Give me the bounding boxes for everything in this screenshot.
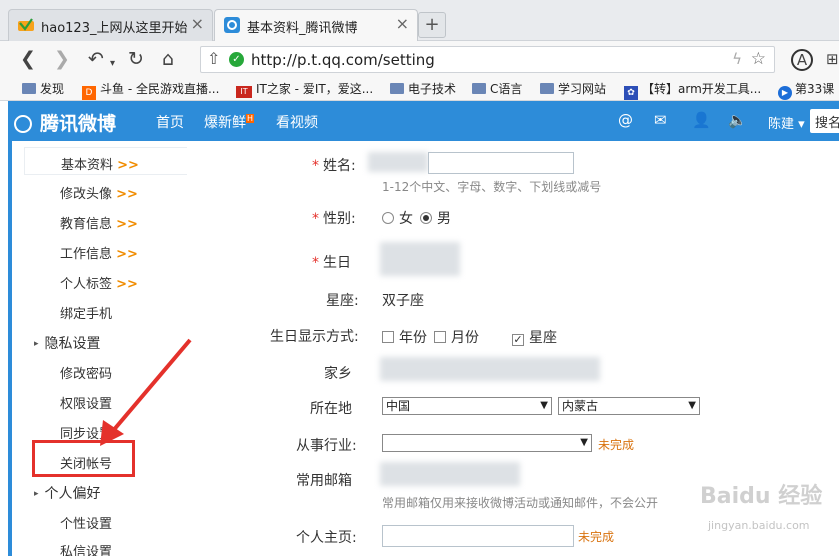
baidu-watermark: Baidu 经验 bbox=[700, 484, 823, 509]
baidu-watermark-url: jingyan.baidu.com bbox=[708, 519, 810, 532]
annotation-highlight-box bbox=[32, 440, 135, 477]
